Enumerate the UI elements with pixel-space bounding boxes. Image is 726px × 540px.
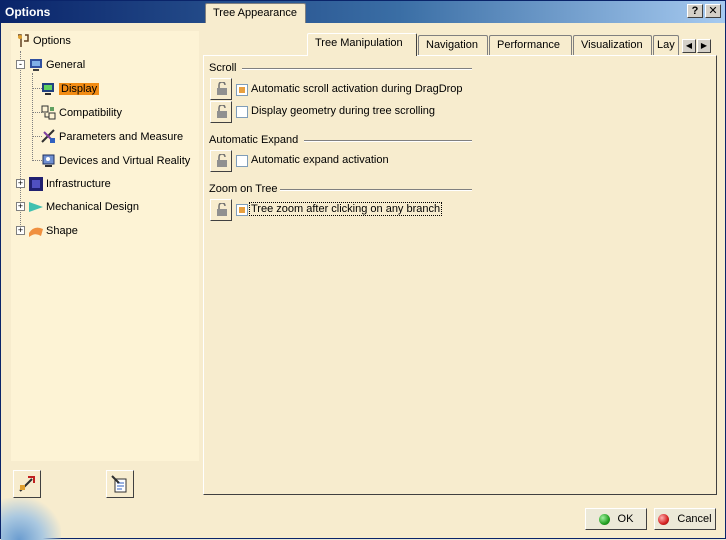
parameters-icon <box>41 129 57 145</box>
label-tree-zoom: Tree zoom after clicking on any branch <box>248 202 443 216</box>
options-dialog: Options ? ✕ Options - General Display Co… <box>0 0 726 540</box>
tree-label-shape: Shape <box>46 225 78 237</box>
expander-mechanical[interactable]: + <box>16 202 25 211</box>
tree-item-options[interactable]: Options <box>15 32 71 50</box>
checkbox-scroll-activation[interactable] <box>236 84 248 96</box>
tab-visualization[interactable]: Visualization <box>573 35 652 55</box>
group-title-expand: Automatic Expand <box>209 134 299 146</box>
checkbox-tree-zoom[interactable] <box>236 204 248 216</box>
reset-parameters-button[interactable] <box>13 470 41 498</box>
tree-label-infrastructure: Infrastructure <box>46 178 111 190</box>
tree-item-compatibility[interactable]: Compatibility <box>41 104 122 122</box>
label-display-geometry: Display geometry during tree scrolling <box>251 105 436 117</box>
tree-label-devices: Devices and Virtual Reality <box>59 155 191 167</box>
close-button[interactable]: ✕ <box>705 4 721 18</box>
window-title: Options <box>5 5 51 19</box>
dump-parameters-button[interactable] <box>106 470 134 498</box>
lock-icon <box>216 81 228 99</box>
ok-icon <box>598 513 610 525</box>
infrastructure-icon <box>28 176 44 192</box>
tree-item-shape[interactable]: Shape <box>28 222 78 240</box>
tab-tree-manipulation[interactable]: Tree Manipulation <box>307 33 417 56</box>
tree-label-display: Display <box>59 83 100 95</box>
shape-icon <box>28 223 44 239</box>
tree-manipulation-panel: Scroll Automatic scroll activation durin… <box>203 55 717 495</box>
mechanical-design-icon <box>28 199 44 215</box>
options-tree: Options - General Display Compatibility <box>11 31 199 461</box>
lock-icon <box>216 153 228 171</box>
checkbox-expand-activation[interactable] <box>236 155 248 167</box>
tab-tree-appearance[interactable]: Tree Appearance <box>205 3 306 23</box>
tree-label-parameters: Parameters and Measure <box>59 131 184 143</box>
tree-label-general: General <box>46 59 86 71</box>
tree-label-mechanical: Mechanical Design <box>46 201 139 213</box>
lock-icon <box>216 104 228 122</box>
title-bar[interactable]: Options ? ✕ <box>1 1 725 23</box>
lock-button-scroll-activation[interactable] <box>210 78 232 100</box>
dump-icon <box>111 475 129 496</box>
devices-icon <box>41 153 57 169</box>
tab-layout-partial[interactable]: Lay <box>653 35 679 55</box>
ok-button[interactable]: OK <box>585 508 647 530</box>
ok-label: OK <box>617 513 634 525</box>
cancel-button[interactable]: Cancel <box>654 508 716 530</box>
tree-item-devices[interactable]: Devices and Virtual Reality <box>41 152 190 170</box>
group-title-scroll: Scroll <box>209 62 237 74</box>
tree-item-display[interactable]: Display <box>41 80 100 98</box>
lock-button-expand[interactable] <box>210 150 232 172</box>
tree-item-general[interactable]: General <box>28 56 85 74</box>
options-root-icon <box>15 33 31 49</box>
tree-item-infrastructure[interactable]: Infrastructure <box>28 175 111 193</box>
tab-scroll-left-button[interactable]: ◀ <box>682 39 696 53</box>
tree-label-compatibility: Compatibility <box>59 107 122 119</box>
label-scroll-activation: Automatic scroll activation during DragD… <box>251 83 463 95</box>
compatibility-icon <box>41 105 57 121</box>
tab-performance[interactable]: Performance <box>489 35 572 55</box>
expander-general[interactable]: - <box>16 60 25 69</box>
expander-shape[interactable]: + <box>16 226 25 235</box>
decorative-globe <box>1 498 61 540</box>
tab-scroll-right-button[interactable]: ▶ <box>697 39 711 53</box>
tree-label-options: Options <box>33 35 71 47</box>
reset-icon <box>18 475 36 496</box>
display-icon <box>41 81 57 97</box>
help-button[interactable]: ? <box>687 4 703 18</box>
general-icon <box>28 57 44 73</box>
tree-item-parameters[interactable]: Parameters and Measure <box>41 128 183 146</box>
checkbox-display-geometry[interactable] <box>236 106 248 118</box>
expander-infrastructure[interactable]: + <box>16 179 25 188</box>
tab-navigation[interactable]: Navigation <box>418 35 488 55</box>
cancel-icon <box>658 513 670 525</box>
group-title-zoom: Zoom on Tree <box>209 183 278 195</box>
lock-button-zoom[interactable] <box>210 199 232 221</box>
cancel-label: Cancel <box>677 513 712 525</box>
label-expand-activation: Automatic expand activation <box>251 154 389 166</box>
lock-icon <box>216 202 228 220</box>
lock-button-display-geometry[interactable] <box>210 101 232 123</box>
tree-item-mechanical[interactable]: Mechanical Design <box>28 198 139 216</box>
